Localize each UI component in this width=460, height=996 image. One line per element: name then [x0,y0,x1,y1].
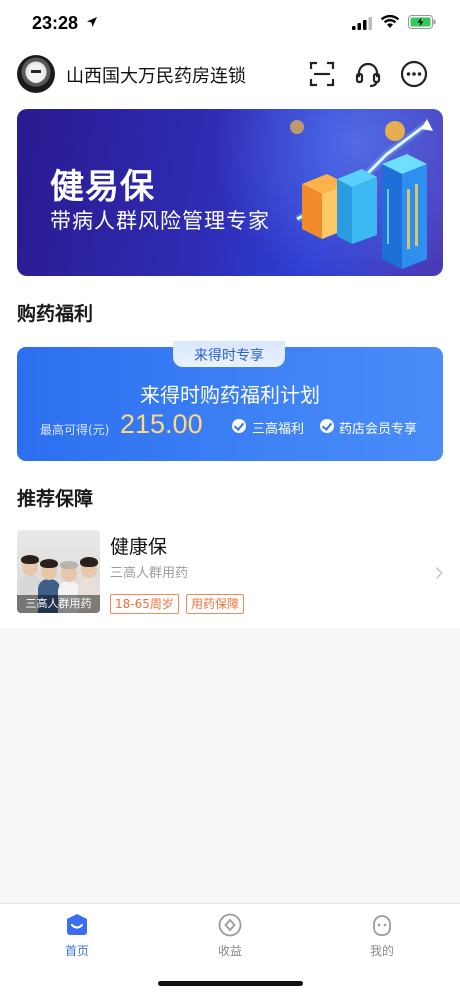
age-range-badge: 18-65周岁 [110,594,179,614]
benefit-section-title: 购药福利 [17,303,94,325]
tab-income[interactable]: 收益 [170,904,290,974]
tab-home[interactable]: 首页 [17,904,137,974]
banner-title: 健易保 [50,167,155,207]
home-icon [67,914,87,935]
product-name: 健康保 [110,536,168,558]
avatar-mask-icon [29,65,43,83]
check-circle-icon [232,419,246,433]
store-avatar[interactable] [17,55,55,93]
perk-label: 药店会员专享 [339,422,418,437]
coverage-badge: 用药保障 [186,594,245,614]
exclusive-tag: 来得时专享 [173,339,285,367]
tab-me[interactable]: 我的 [322,904,442,974]
product-card[interactable]: 三高人群用药 健康保 三高人群用药 18-65周岁 用药保障 [17,530,443,615]
chevron-right-icon [435,566,443,580]
more-icon[interactable] [398,58,430,90]
home-indicator [158,981,303,986]
status-bar: 23:28 [0,0,460,46]
max-amount-label: 最高可得(元) [40,423,110,437]
check-circle-icon [320,419,334,433]
product-description: 三高人群用药 [110,566,189,581]
benefit-plan-title: 来得时购药福利计划 [140,383,320,407]
customer-service-icon[interactable] [352,58,384,90]
banner-subtitle: 带病人群风险管理专家 [50,209,270,233]
photo-hair [40,559,58,568]
promo-banner[interactable]: 健易保 带病人群风险管理专家 [17,109,443,276]
tab-label: 我的 [369,944,394,958]
max-amount-value: 215.00 [120,409,203,439]
store-name: 山西国大万民药房连锁 [66,66,246,87]
perk-label: 三高福利 [252,422,305,437]
city-growth-illustration [290,119,433,269]
wifi-icon [380,14,400,28]
family-photo-image: 三高人群用药 [17,530,100,613]
profile-icon [373,915,391,936]
scan-icon[interactable] [306,58,338,90]
photo-hair [60,561,78,569]
location-arrow-icon [87,17,97,27]
photo-hair [80,557,98,567]
photo-hair [21,555,39,564]
income-icon [218,913,242,937]
exclusive-tag-text: 来得时专享 [194,348,264,364]
image-caption: 三高人群用药 [17,595,100,613]
cellular-signal-icon [352,17,372,30]
app-header: 山西国大万民药房连锁 [0,50,460,98]
tab-label: 收益 [217,944,242,958]
status-time: 23:28 [32,13,79,33]
benefit-plan-card[interactable]: 来得时专享 来得时购药福利计划 最高可得(元) 215.00 三高福利 药店会员… [17,339,443,461]
battery-charging-icon [408,15,436,29]
tab-label: 首页 [64,944,89,958]
recommend-section-title: 推荐保障 [17,488,94,510]
